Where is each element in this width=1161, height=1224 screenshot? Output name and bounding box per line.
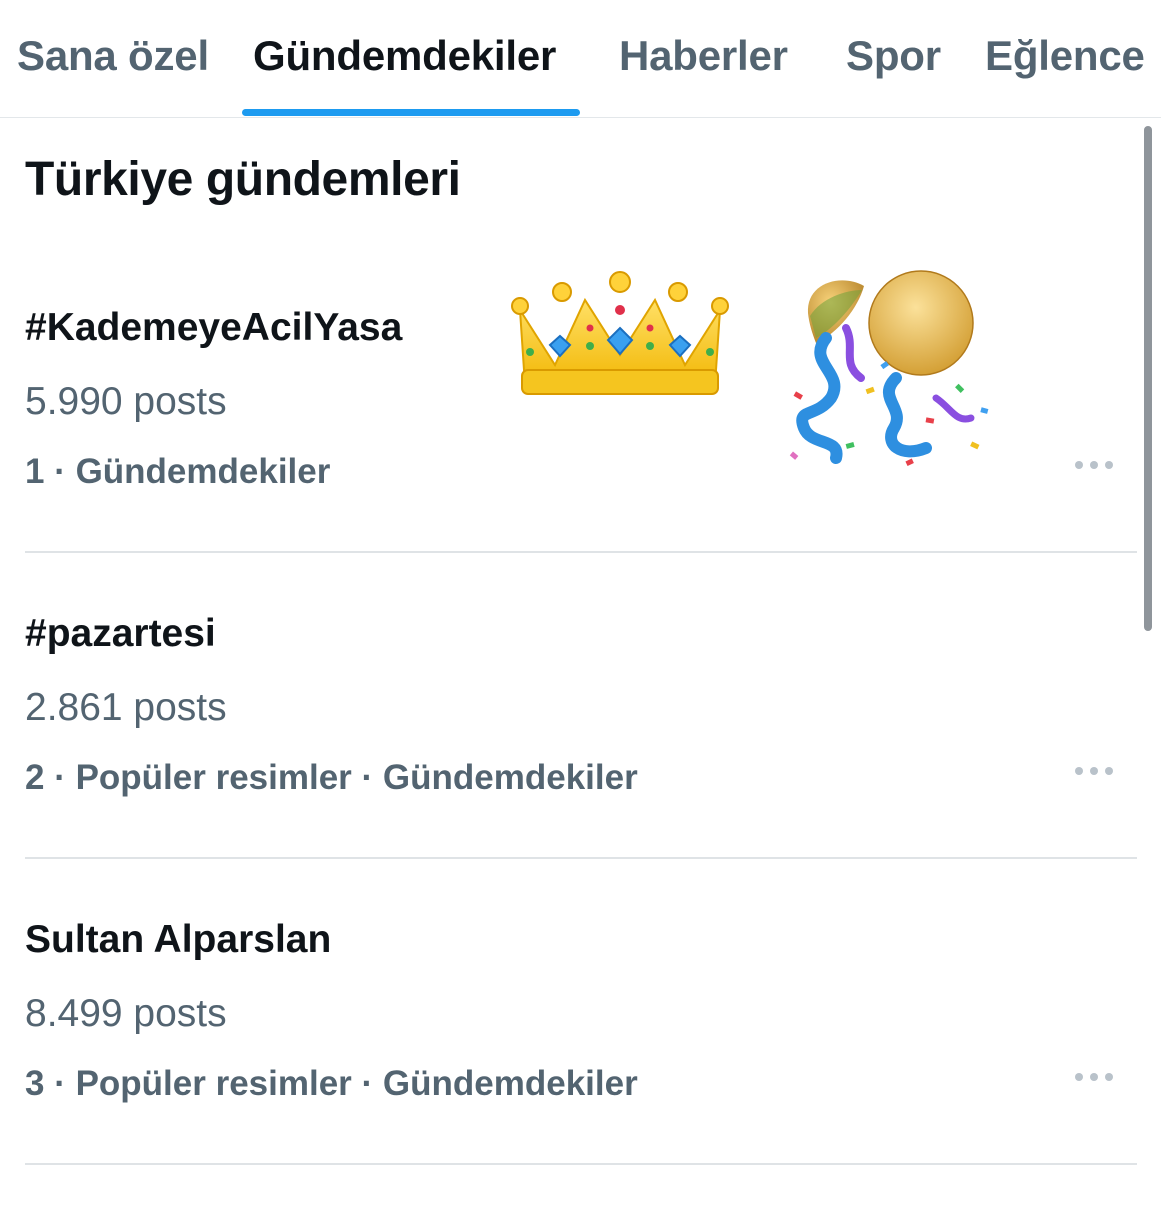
page-title: Türkiye gündemleri [25, 153, 461, 206]
trend-meta: 2 · Popüler resimler · Gündemdekiler [25, 758, 638, 797]
trend-name: #pazartesi [25, 612, 216, 655]
trend-item[interactable]: #pazartesi 2.861 posts 2 · Popüler resim… [0, 612, 1161, 918]
trend-meta: 1 · Gündemdekiler [25, 452, 331, 491]
divider [25, 551, 1137, 553]
trend-name: Sultan Alparslan [25, 918, 332, 961]
explore-tabs: Sana özel Gündemdekiler Haberler Spor Eğ… [0, 0, 1161, 118]
confetti-ball-icon [789, 270, 989, 466]
tab-haberler[interactable]: Haberler [619, 32, 788, 80]
divider [25, 857, 1137, 859]
trend-post-count: 8.499 posts [25, 992, 227, 1035]
divider [25, 1163, 1137, 1165]
trend-item[interactable]: Sultan Alparslan 8.499 posts 3 · Popüler… [0, 918, 1161, 1224]
tab-gundemdekiler[interactable]: Gündemdekiler [253, 32, 556, 80]
more-options-icon[interactable] [1072, 755, 1116, 787]
crown-icon [511, 271, 729, 395]
trend-post-count: 2.861 posts [25, 686, 227, 729]
more-options-icon[interactable] [1072, 1061, 1116, 1093]
trend-name: #KademeyeAcilYasa [25, 306, 403, 349]
more-options-icon[interactable] [1072, 449, 1116, 481]
tab-spor[interactable]: Spor [846, 32, 941, 80]
active-tab-indicator [242, 109, 580, 116]
trend-post-count: 5.990 posts [25, 380, 227, 423]
tab-sana-ozel[interactable]: Sana özel [17, 32, 209, 80]
scrollbar[interactable] [1144, 126, 1152, 631]
tab-eglence[interactable]: Eğlence [985, 32, 1145, 80]
trend-meta: 3 · Popüler resimler · Gündemdekiler [25, 1064, 638, 1103]
